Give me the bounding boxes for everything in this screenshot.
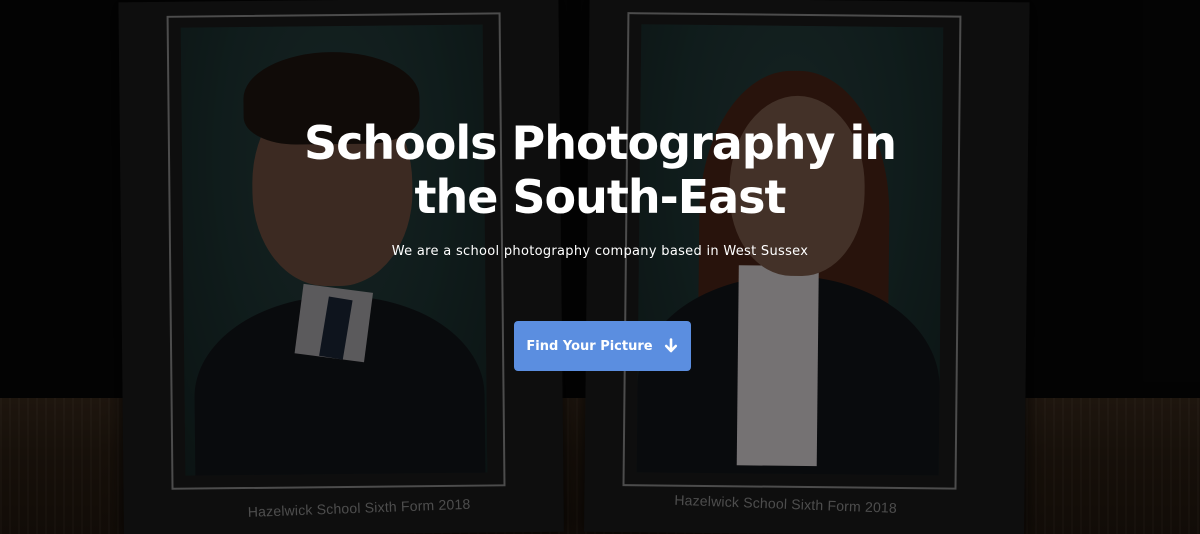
hero-section: Hazelwick School Sixth Form 2018 Hazelwi…: [0, 0, 1200, 534]
hero-title-line-1: Schools Photography in: [303, 116, 897, 170]
hero-content: Schools Photography in the South-East We…: [0, 0, 1200, 534]
find-your-picture-button[interactable]: Find Your Picture: [514, 321, 691, 371]
hero-title: Schools Photography in the South-East: [250, 116, 950, 224]
hero-title-line-2: the South-East: [414, 170, 786, 224]
find-your-picture-label: Find Your Picture: [526, 338, 653, 354]
arrow-down-icon: [663, 338, 679, 354]
hero-subtitle: We are a school photography company base…: [391, 244, 809, 259]
